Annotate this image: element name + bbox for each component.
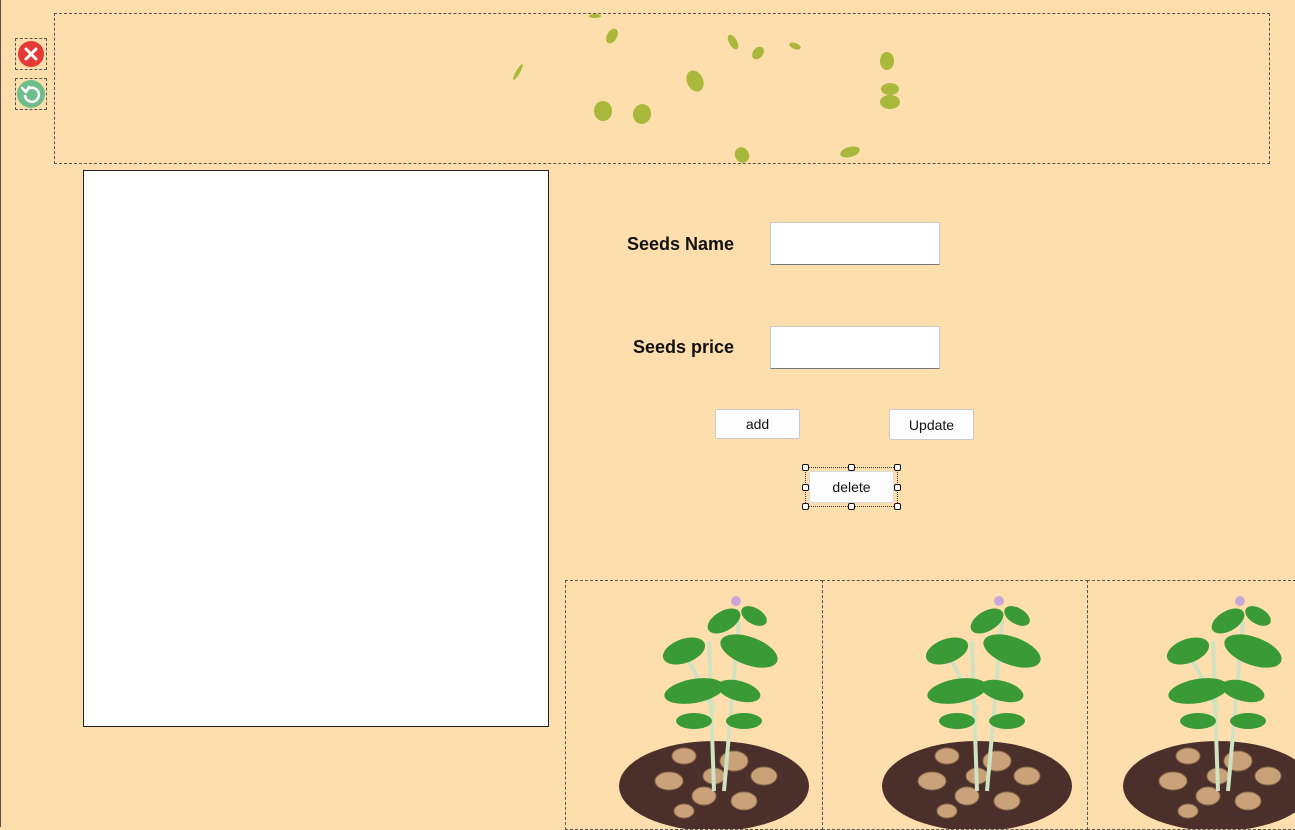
falling-leaves-image bbox=[513, 14, 900, 163]
resize-handle[interactable] bbox=[894, 464, 901, 471]
delete-button[interactable]: delete bbox=[809, 471, 894, 503]
resize-handle[interactable] bbox=[802, 503, 809, 510]
plant-image-panel-2 bbox=[822, 580, 1088, 830]
seeds-name-label: Seeds Name bbox=[626, 234, 734, 254]
resize-handle[interactable] bbox=[848, 503, 855, 510]
resize-handle[interactable] bbox=[894, 503, 901, 510]
potato-plant-image bbox=[619, 596, 809, 829]
resize-handle[interactable] bbox=[802, 484, 809, 491]
plant-image-panel-3 bbox=[1087, 580, 1295, 830]
potato-plant-image bbox=[882, 596, 1072, 829]
seeds-list[interactable] bbox=[83, 170, 549, 727]
resize-handle[interactable] bbox=[802, 464, 809, 471]
plant-image-panel-1 bbox=[565, 580, 823, 830]
potato-plant-image bbox=[1123, 596, 1295, 829]
seeds-price-label: Seeds price bbox=[632, 337, 734, 357]
resize-handle[interactable] bbox=[894, 484, 901, 491]
seeds-price-input[interactable] bbox=[770, 326, 940, 369]
resize-handle[interactable] bbox=[848, 464, 855, 471]
refresh-icon bbox=[17, 80, 45, 108]
update-button[interactable]: Update bbox=[889, 409, 974, 440]
seeds-name-input[interactable] bbox=[770, 222, 940, 265]
refresh-button[interactable] bbox=[15, 78, 47, 110]
header-banner bbox=[54, 13, 1270, 164]
add-button[interactable]: add bbox=[715, 409, 800, 439]
close-icon bbox=[18, 41, 44, 67]
close-button[interactable] bbox=[15, 38, 47, 70]
